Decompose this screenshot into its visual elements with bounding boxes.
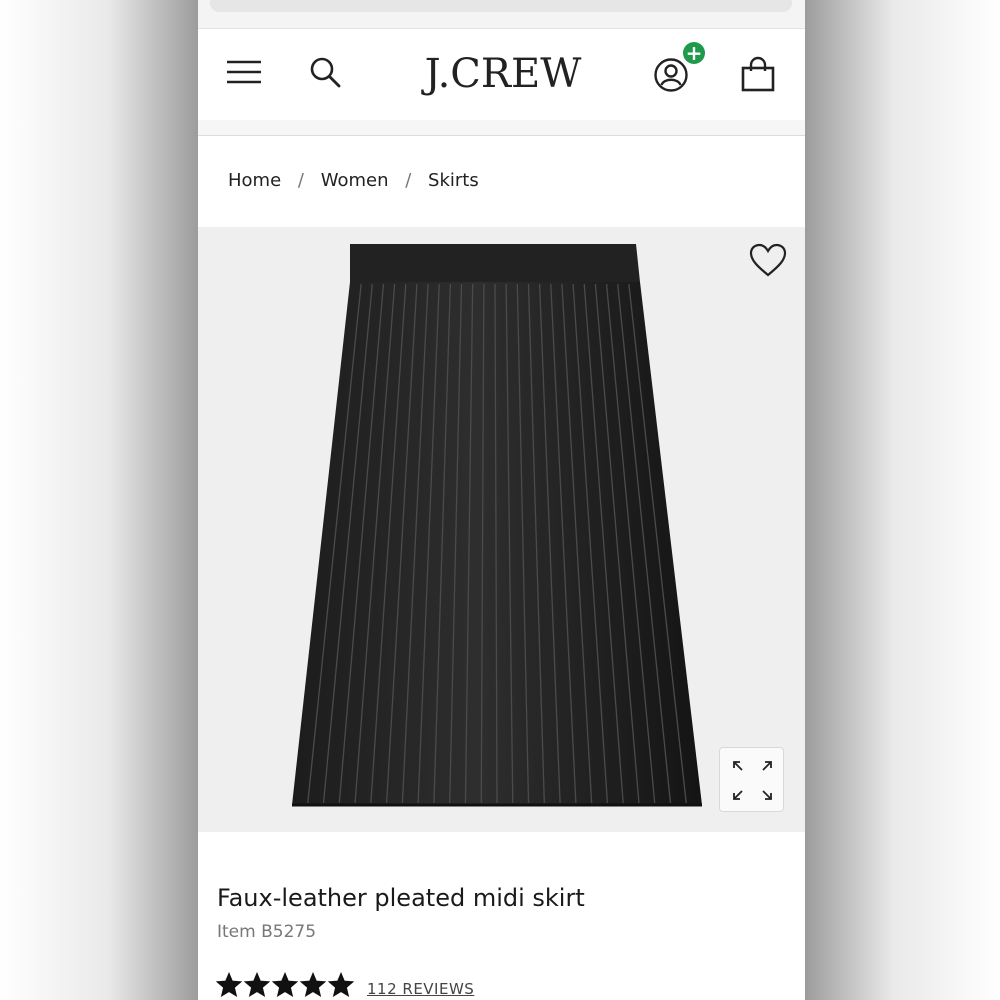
breadcrumb-home[interactable]: Home — [228, 170, 281, 191]
skirt-image — [292, 244, 702, 807]
header-divider — [198, 120, 805, 136]
brand-logo[interactable]: J.CREW — [398, 47, 608, 101]
breadcrumb-skirts[interactable]: Skirts — [428, 170, 479, 191]
star-icon — [328, 972, 354, 997]
product-image[interactable] — [198, 227, 805, 832]
star-icon — [272, 972, 298, 997]
rating-stars[interactable] — [216, 972, 354, 1000]
breadcrumb-separator: / — [297, 170, 304, 191]
reviews-link[interactable]: 112 REVIEWS — [367, 980, 474, 998]
search-icon[interactable] — [308, 55, 342, 89]
item-number: Item B5275 — [217, 922, 317, 942]
star-icon — [300, 972, 326, 997]
product-title: Faux-leather pleated midi skirt — [217, 884, 585, 912]
address-bar[interactable] — [210, 0, 792, 12]
breadcrumb-women[interactable]: Women — [321, 170, 389, 191]
expand-icon — [733, 761, 772, 800]
left-background — [0, 0, 198, 1000]
expand-button[interactable] — [719, 747, 784, 812]
heart-icon[interactable] — [748, 242, 788, 280]
star-icon — [244, 972, 270, 997]
site-header: J.CREW + — [198, 29, 805, 120]
menu-icon[interactable] — [226, 59, 262, 85]
browser-top-strip — [198, 0, 805, 29]
breadcrumb: Home / Women / Skirts — [228, 170, 479, 191]
breadcrumb-separator: / — [405, 170, 412, 191]
right-background — [805, 0, 1000, 1000]
mobile-page: J.CREW + Home / Women / Skirts Faux-leat… — [198, 0, 805, 1000]
plus-icon[interactable]: + — [683, 42, 705, 64]
account-icon[interactable] — [653, 57, 689, 93]
star-icon — [216, 972, 242, 997]
bag-icon[interactable] — [741, 56, 775, 92]
